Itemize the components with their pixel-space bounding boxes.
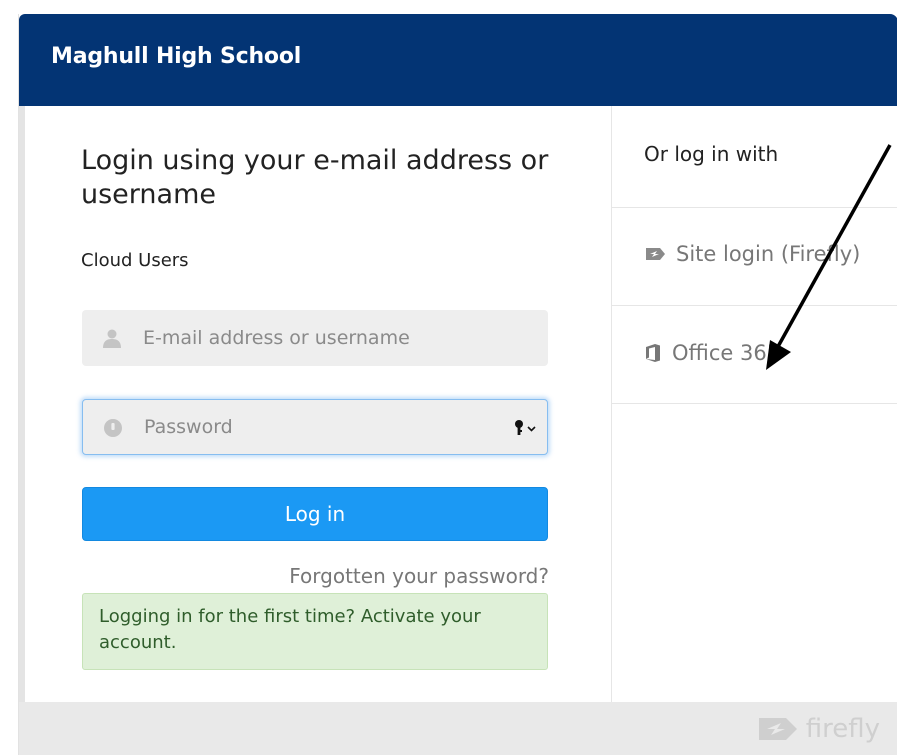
header-bar: Maghull High School — [19, 14, 897, 106]
site-login-option[interactable]: Site login (Firefly) — [644, 242, 860, 266]
alt-divider — [612, 305, 897, 306]
login-card: Maghull High School Login using your e-m… — [18, 14, 897, 755]
firefly-icon — [646, 248, 665, 260]
alt-login-title: Or log in with — [644, 142, 779, 166]
cloud-users-label: Cloud Users — [81, 250, 189, 271]
office365-option[interactable]: Office 365 — [644, 341, 780, 365]
left-edge-strip — [19, 106, 25, 702]
footer-brand: firefly — [805, 714, 880, 744]
lock-icon — [104, 419, 122, 437]
office-icon — [646, 344, 660, 362]
office365-label: Office 365 — [672, 341, 781, 365]
alt-divider — [612, 207, 897, 208]
email-input[interactable] — [143, 310, 503, 366]
school-name: Maghull High School — [51, 44, 302, 69]
password-field[interactable] — [82, 399, 548, 455]
login-button[interactable]: Log in — [82, 487, 548, 541]
key-dropdown-icon[interactable] — [513, 419, 539, 437]
login-heading: Login using your e-mail address or usern… — [81, 145, 549, 210]
forgot-password-link[interactable]: Forgotten your password? — [289, 564, 549, 588]
column-divider — [611, 106, 612, 702]
user-icon — [103, 329, 121, 348]
firefly-logo-icon — [758, 718, 797, 740]
password-input[interactable] — [144, 400, 504, 454]
firefly-logo: firefly — [756, 713, 880, 745]
email-field[interactable] — [82, 310, 548, 366]
alt-divider — [612, 403, 897, 404]
site-login-label: Site login (Firefly) — [676, 242, 861, 266]
activate-account-link[interactable]: Logging in for the first time? Activate … — [82, 593, 548, 670]
footer-bar: firefly — [19, 702, 897, 755]
